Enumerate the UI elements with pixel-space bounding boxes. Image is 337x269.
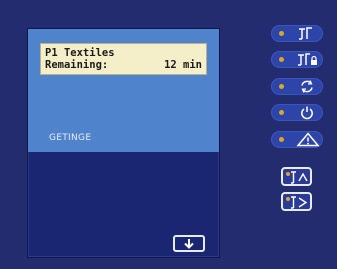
indicator-light — [279, 137, 284, 142]
indicator-light — [279, 31, 284, 36]
display-screen: P1 Textiles Remaining: 12 min GETINGE — [27, 28, 220, 258]
brand-logo: GETINGE — [49, 133, 92, 143]
power-icon — [301, 106, 313, 120]
indicator-light — [279, 84, 284, 89]
alarm-button[interactable] — [271, 131, 323, 148]
warning-triangle-icon — [296, 132, 320, 147]
lcd-readout: P1 Textiles Remaining: 12 min — [40, 43, 207, 75]
indicator-light — [279, 57, 284, 62]
power-button[interactable] — [271, 104, 323, 121]
door-1-icon — [291, 171, 308, 184]
door-2-button[interactable] — [281, 192, 312, 211]
door-2-icon — [291, 196, 308, 209]
arrow-down-icon — [184, 239, 194, 249]
scroll-down-button[interactable] — [173, 235, 205, 252]
program-name: P1 Textiles — [45, 47, 115, 59]
door-lock-icon — [298, 53, 317, 66]
remaining-value: 12 min — [164, 59, 202, 71]
remaining-label: Remaining: — [45, 59, 109, 71]
door-lock-button[interactable] — [271, 51, 323, 68]
door-open-button[interactable] — [271, 25, 323, 42]
door-open-icon — [299, 27, 312, 40]
control-panel: P1 Textiles Remaining: 12 min GETINGE — [0, 0, 337, 269]
indicator-light — [279, 110, 284, 115]
refresh-cycle-icon — [301, 80, 313, 93]
cycle-button[interactable] — [271, 78, 323, 95]
door-1-button[interactable] — [281, 167, 312, 186]
